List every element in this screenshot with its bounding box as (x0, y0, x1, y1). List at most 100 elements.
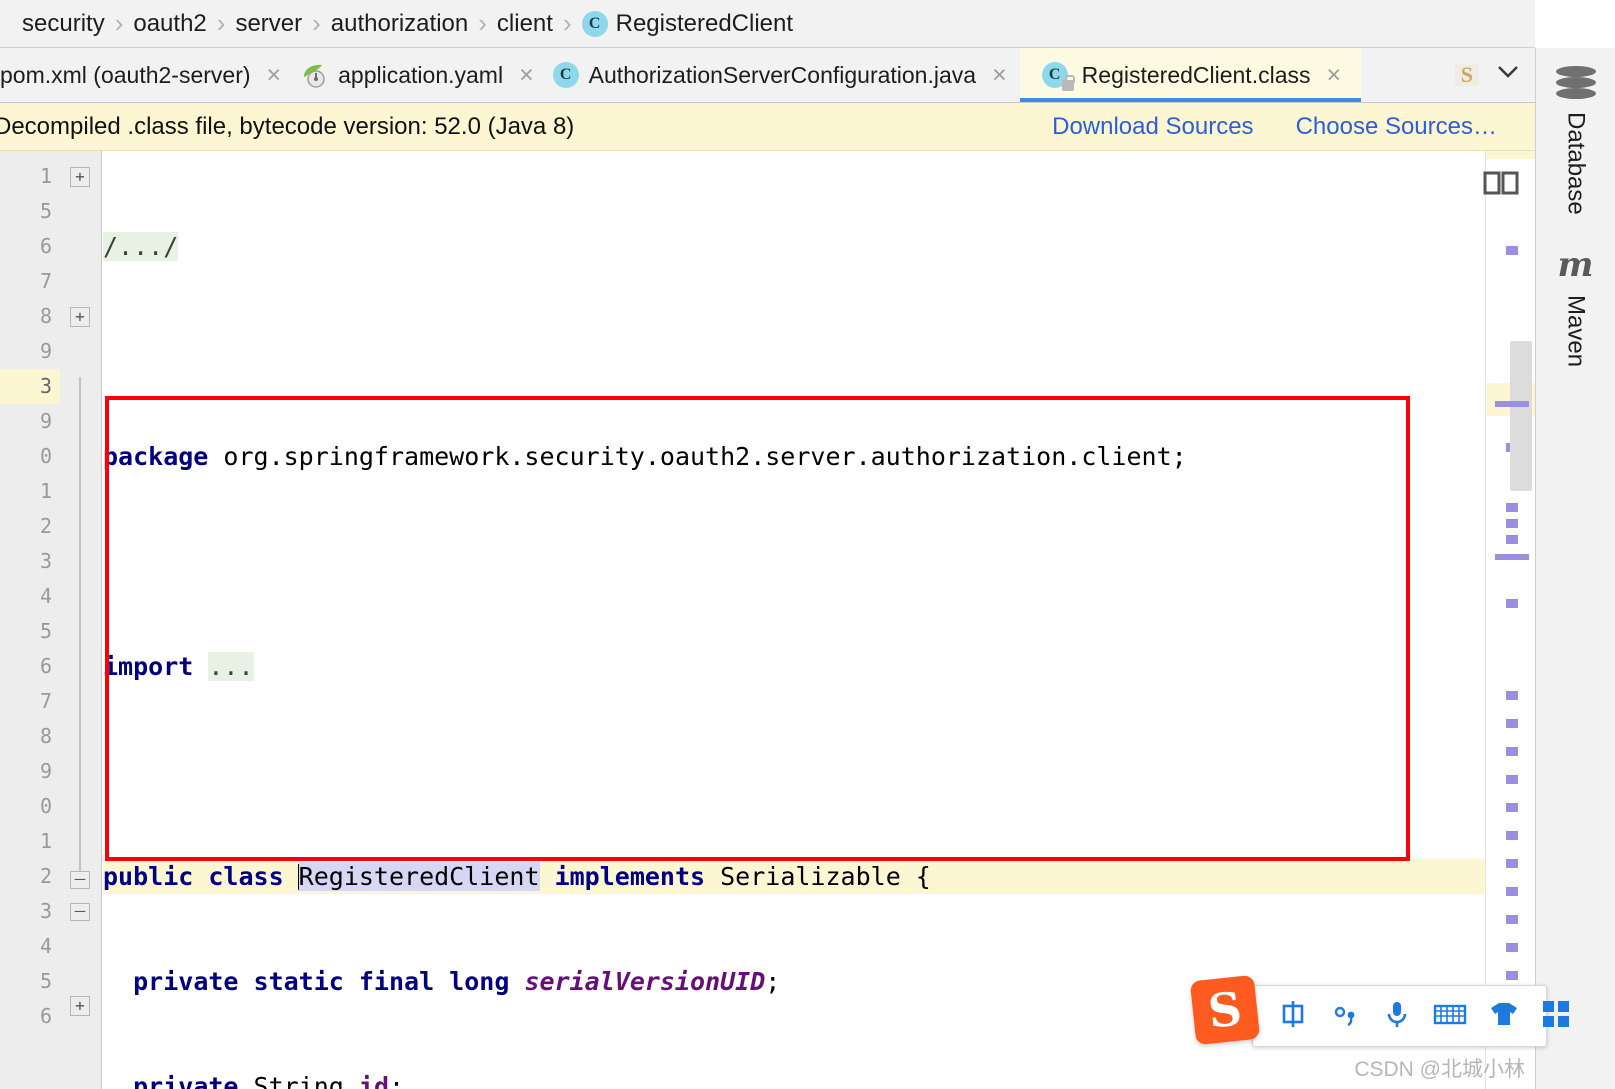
line-number: 8 (39, 304, 52, 328)
line-number: 4 (39, 584, 52, 608)
code-marker (1506, 859, 1518, 868)
breadcrumb-item-server[interactable]: server (227, 10, 310, 38)
code-editor[interactable]: 1 5 6 7 8 9 3 9 0 1 2 3 4 5 6 7 8 9 0 1 … (0, 151, 1535, 1089)
fold-expand-comment-icon[interactable]: + (70, 167, 90, 187)
scroll-position-marker (1495, 401, 1529, 407)
breadcrumb-item-oauth2[interactable]: oauth2 (125, 10, 214, 38)
breadcrumb-item-authorization[interactable]: authorization (323, 10, 476, 38)
breadcrumb-separator-icon: › (478, 8, 487, 38)
breadcrumb-label: RegisteredClient (615, 9, 794, 37)
tab-bar-actions: S (1454, 48, 1535, 102)
breadcrumb-item-client[interactable]: client (489, 10, 561, 38)
ide-window: security › oauth2 › server › authorizati… (0, 0, 1615, 1089)
chevron-down-icon[interactable] (1493, 62, 1523, 88)
code-marker (1506, 831, 1518, 840)
line-number-gutter: 1 5 6 7 8 9 3 9 0 1 2 3 4 5 6 7 8 9 0 1 … (0, 151, 60, 1089)
fold-region-line (79, 377, 81, 873)
line-number: 1 (39, 164, 52, 188)
code-marker (1506, 719, 1518, 728)
line-number: 9 (39, 339, 52, 363)
line-number: 1 (39, 479, 52, 503)
line-number: 9 (39, 409, 52, 433)
breadcrumb-separator-icon: › (216, 8, 226, 38)
skin-icon[interactable] (1487, 999, 1521, 1034)
breadcrumb-label: oauth2 (133, 9, 207, 37)
tab-label: RegisteredClient.class (1081, 61, 1311, 88)
sogou-logo-icon[interactable]: S (1189, 974, 1261, 1046)
right-tool-sidebar: Database m Maven (1535, 48, 1615, 1089)
close-icon[interactable]: × (1327, 61, 1342, 90)
sogou-badge-icon[interactable]: S (1454, 64, 1479, 86)
line-number: 2 (39, 514, 52, 538)
tab-label: pom.xml (oauth2-server) (0, 61, 251, 88)
line-number: 3 (0, 369, 60, 404)
close-icon[interactable]: × (992, 61, 1007, 90)
breadcrumb-label: client (496, 9, 553, 37)
chinese-mode-icon[interactable] (1277, 998, 1309, 1035)
line-number: 6 (39, 234, 52, 258)
line-number: 6 (39, 1004, 52, 1028)
code-marker (1506, 599, 1518, 608)
notice-actions: Download Sources Choose Sources… (1052, 113, 1535, 141)
fold-collapse-body-icon[interactable]: ─ (70, 903, 90, 921)
fold-expand-import-icon[interactable]: + (70, 307, 90, 327)
code-marker (1506, 246, 1518, 255)
fold-expand-getter-icon[interactable]: + (70, 996, 90, 1016)
decompiled-notice-bar: Decompiled .class file, bytecode version… (0, 103, 1535, 151)
choose-sources-link[interactable]: Choose Sources… (1296, 113, 1497, 141)
breadcrumb-label: authorization (330, 9, 469, 37)
line-number: 6 (39, 654, 52, 678)
tab-label: AuthorizationServerConfiguration.java (588, 61, 977, 88)
vertical-scrollbar-thumb[interactable] (1510, 341, 1532, 491)
code-marker-gutter[interactable] (1483, 151, 1535, 1089)
code-line: import ... (103, 652, 254, 681)
voice-input-icon[interactable] (1381, 998, 1413, 1035)
download-sources-link[interactable]: Download Sources (1052, 113, 1253, 141)
spring-yaml-icon (300, 61, 328, 89)
tab-authorizationserverconfiguration-java[interactable]: C AuthorizationServerConfiguration.java … (547, 48, 1020, 102)
tab-pom-xml[interactable]: pom.xml (oauth2-server) × (0, 48, 294, 102)
line-number: 1 (39, 829, 52, 853)
csdn-watermark: CSDN @北城小林 (1354, 1058, 1525, 1081)
code-line-class-declaration: public class RegisteredClient implements… (103, 859, 1535, 894)
code-marker (1506, 971, 1518, 980)
breadcrumb-item-security[interactable]: security (14, 10, 113, 38)
maven-m-icon: m (1557, 244, 1594, 285)
code-marker (1506, 691, 1518, 700)
fold-collapse-method-icon[interactable]: ─ (70, 871, 90, 889)
code-marker (1506, 943, 1518, 952)
breadcrumb-separator-icon: › (312, 8, 321, 38)
line-number: 3 (39, 549, 52, 573)
line-number: 5 (39, 199, 52, 223)
line-number: 9 (39, 759, 52, 783)
code-line: private String id; (133, 1072, 405, 1089)
sidebar-item-maven[interactable]: Maven (1562, 295, 1590, 367)
code-marker (1506, 503, 1518, 512)
code-content[interactable]: /.../ package org.springframework.securi… (103, 151, 1535, 1089)
close-icon[interactable]: × (519, 61, 534, 90)
breadcrumb-item-registeredclient[interactable]: C RegisteredClient (574, 10, 801, 38)
tab-registeredclient-class[interactable]: C RegisteredClient.class × (1019, 48, 1362, 102)
sogou-ime-toolbar[interactable] (1252, 985, 1569, 1047)
highlight-marker (1486, 151, 1535, 159)
code-marker (1506, 519, 1518, 528)
line-number: 5 (39, 619, 52, 643)
tab-label: application.yaml (338, 61, 504, 88)
reader-mode-icon[interactable] (1483, 169, 1519, 195)
code-folding-gutter[interactable]: + + ─ ─ + (60, 151, 102, 1089)
close-icon[interactable]: × (267, 61, 282, 90)
soft-keyboard-icon[interactable] (1433, 1000, 1467, 1033)
editor-tab-bar: pom.xml (oauth2-server) × application.ya… (0, 48, 1535, 103)
tab-application-yaml[interactable]: application.yaml × (294, 48, 547, 102)
punctuation-mode-icon[interactable] (1329, 998, 1361, 1035)
code-marker (1506, 915, 1518, 924)
toolbox-icon[interactable] (1541, 999, 1571, 1034)
line-number: 2 (39, 864, 52, 888)
line-number: 7 (39, 269, 52, 293)
code-line: /.../ (103, 232, 179, 261)
code-marker (1506, 747, 1518, 756)
sidebar-item-database[interactable]: Database (1562, 112, 1590, 215)
line-number: 4 (39, 934, 52, 958)
code-marker (1506, 775, 1518, 784)
